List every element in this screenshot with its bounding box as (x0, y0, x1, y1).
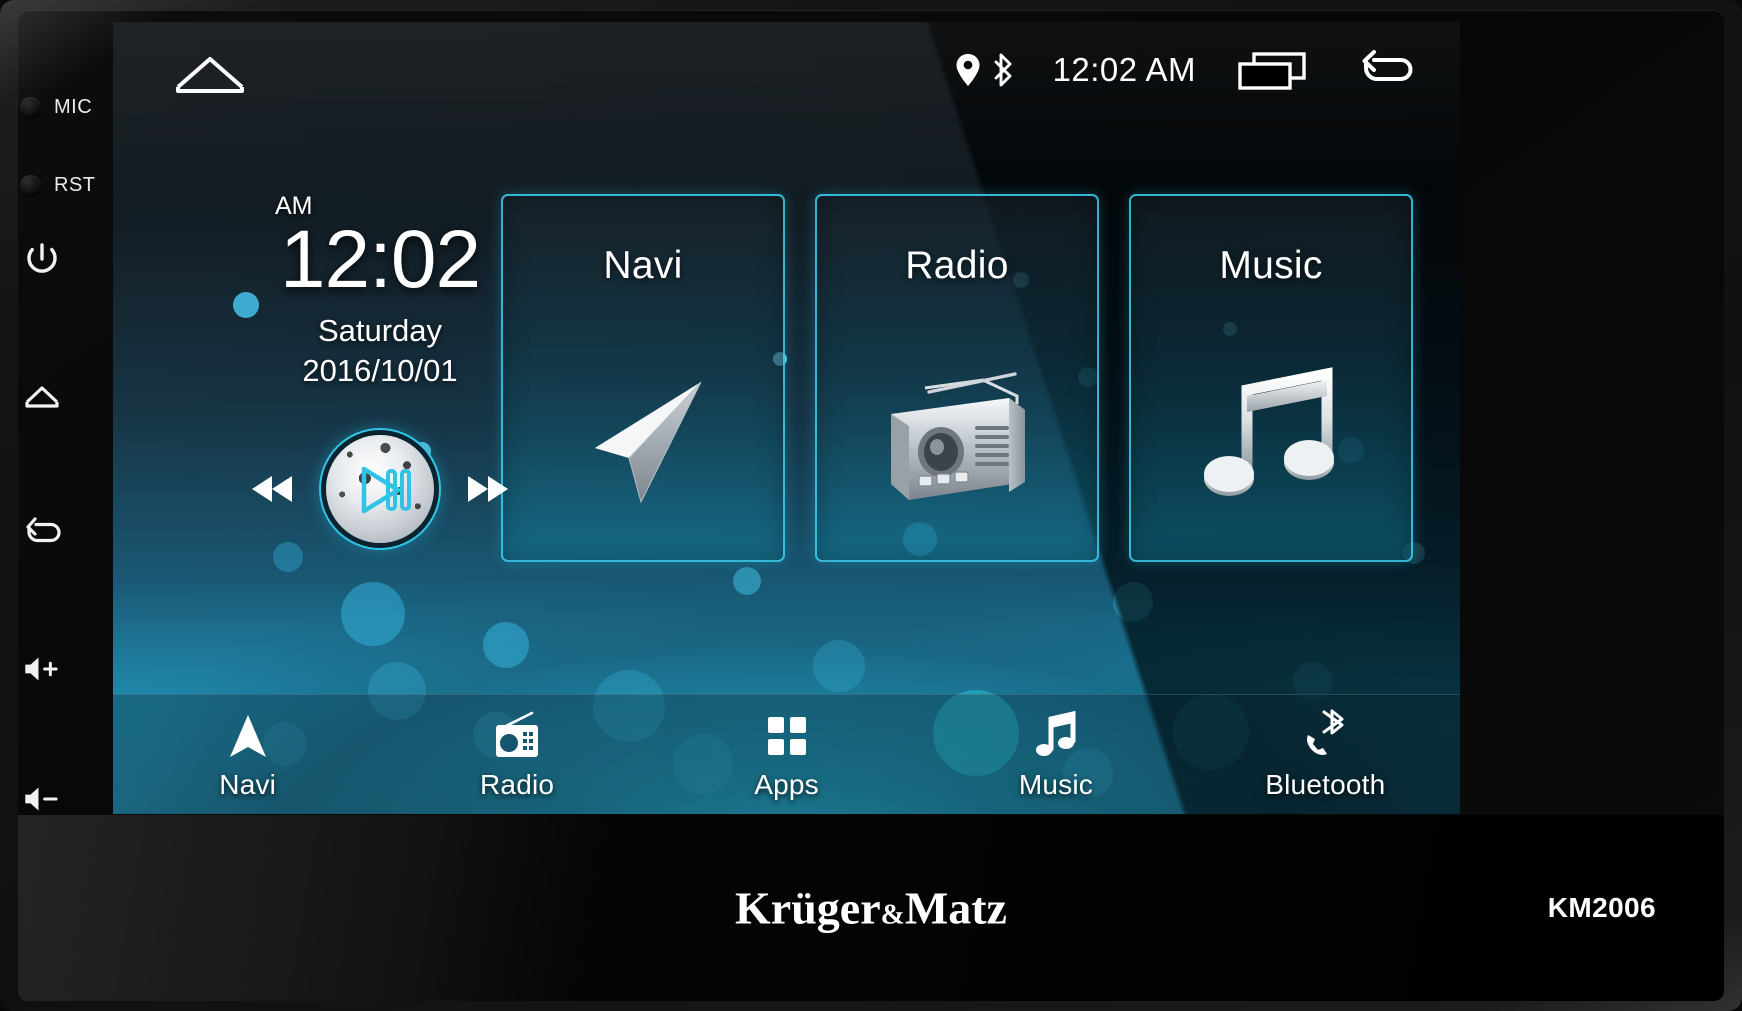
dock-label-apps: Apps (754, 768, 819, 800)
dock-bar: Navi Radio Apps Music Bluetooth (113, 694, 1460, 814)
mic-dot-icon (20, 96, 41, 118)
tile-radio-label: Radio (905, 244, 1009, 287)
dock-item-bluetooth[interactable]: Bluetooth (1191, 695, 1460, 814)
tile-radio[interactable]: Radio (815, 194, 1099, 562)
tile-music[interactable]: Music (1129, 194, 1413, 562)
bluetooth-phone-icon (1296, 709, 1354, 763)
location-pin-icon (955, 53, 981, 87)
brand-logo: Krüger&Matz (18, 882, 1724, 935)
clock-time: 12:02 (279, 214, 481, 305)
previous-track-button[interactable] (246, 467, 302, 511)
reset-dot-icon (20, 174, 41, 196)
clock-widget[interactable]: AM 12:02 Saturday 2016/10/01 (215, 194, 545, 389)
clock-date: 2016/10/01 (302, 352, 458, 388)
dock-item-radio[interactable]: Radio (382, 695, 651, 814)
music-note-icon (1027, 709, 1085, 763)
radio-icon (488, 709, 546, 763)
clock-weekday: Saturday (317, 312, 443, 348)
dock-label-radio: Radio (480, 768, 555, 800)
back-arrow-icon[interactable] (1352, 48, 1428, 92)
dock-label-navi: Navi (219, 768, 277, 800)
play-pause-disc-button[interactable] (326, 435, 434, 543)
status-bar-clock: 12:02 AM (1052, 51, 1196, 88)
play-pause-icon (326, 435, 434, 543)
dock-item-navi[interactable]: Navi (113, 695, 382, 814)
head-unit-device: MIC RST 12:02 AM AM 12:02 Saturday 2016/… (0, 0, 1742, 1011)
navigation-arrow-icon (219, 709, 277, 763)
dock-label-bluetooth: Bluetooth (1265, 768, 1386, 800)
recent-apps-icon[interactable] (1236, 48, 1308, 92)
power-icon (20, 237, 64, 281)
status-bar-right-group: 12:02 AM (955, 48, 1428, 92)
touchscreen[interactable]: 12:02 AM AM 12:02 Saturday 2016/10/01 Na… (113, 22, 1460, 814)
radio-receiver-icon (867, 352, 1047, 532)
brand-name-second: Matz (904, 882, 1007, 934)
music-note-icon (1181, 352, 1361, 532)
dock-item-music[interactable]: Music (921, 695, 1190, 814)
dock-label-music: Music (1018, 768, 1093, 800)
tile-music-label: Music (1219, 244, 1323, 287)
dock-item-apps[interactable]: Apps (652, 695, 921, 814)
back-icon (20, 510, 64, 554)
home-icon (20, 375, 64, 419)
brand-name-first: Krüger (735, 882, 881, 934)
reset-label: RST (54, 173, 96, 196)
navigation-arrow-icon (553, 352, 733, 532)
brand-strip: Krüger&Matz KM2006 (18, 815, 1724, 1001)
volume-up-icon (20, 647, 64, 691)
home-outline-icon[interactable] (170, 47, 250, 93)
bluetooth-icon (991, 53, 1015, 87)
tile-navi-label: Navi (603, 244, 683, 287)
next-track-button[interactable] (458, 467, 514, 511)
apps-grid-icon (758, 709, 816, 763)
media-transport-controls (215, 434, 545, 544)
mic-label: MIC (54, 95, 93, 118)
model-number: KM2006 (1547, 892, 1656, 923)
brand-ampersand: & (880, 898, 905, 931)
status-bar: 12:02 AM (113, 22, 1460, 118)
